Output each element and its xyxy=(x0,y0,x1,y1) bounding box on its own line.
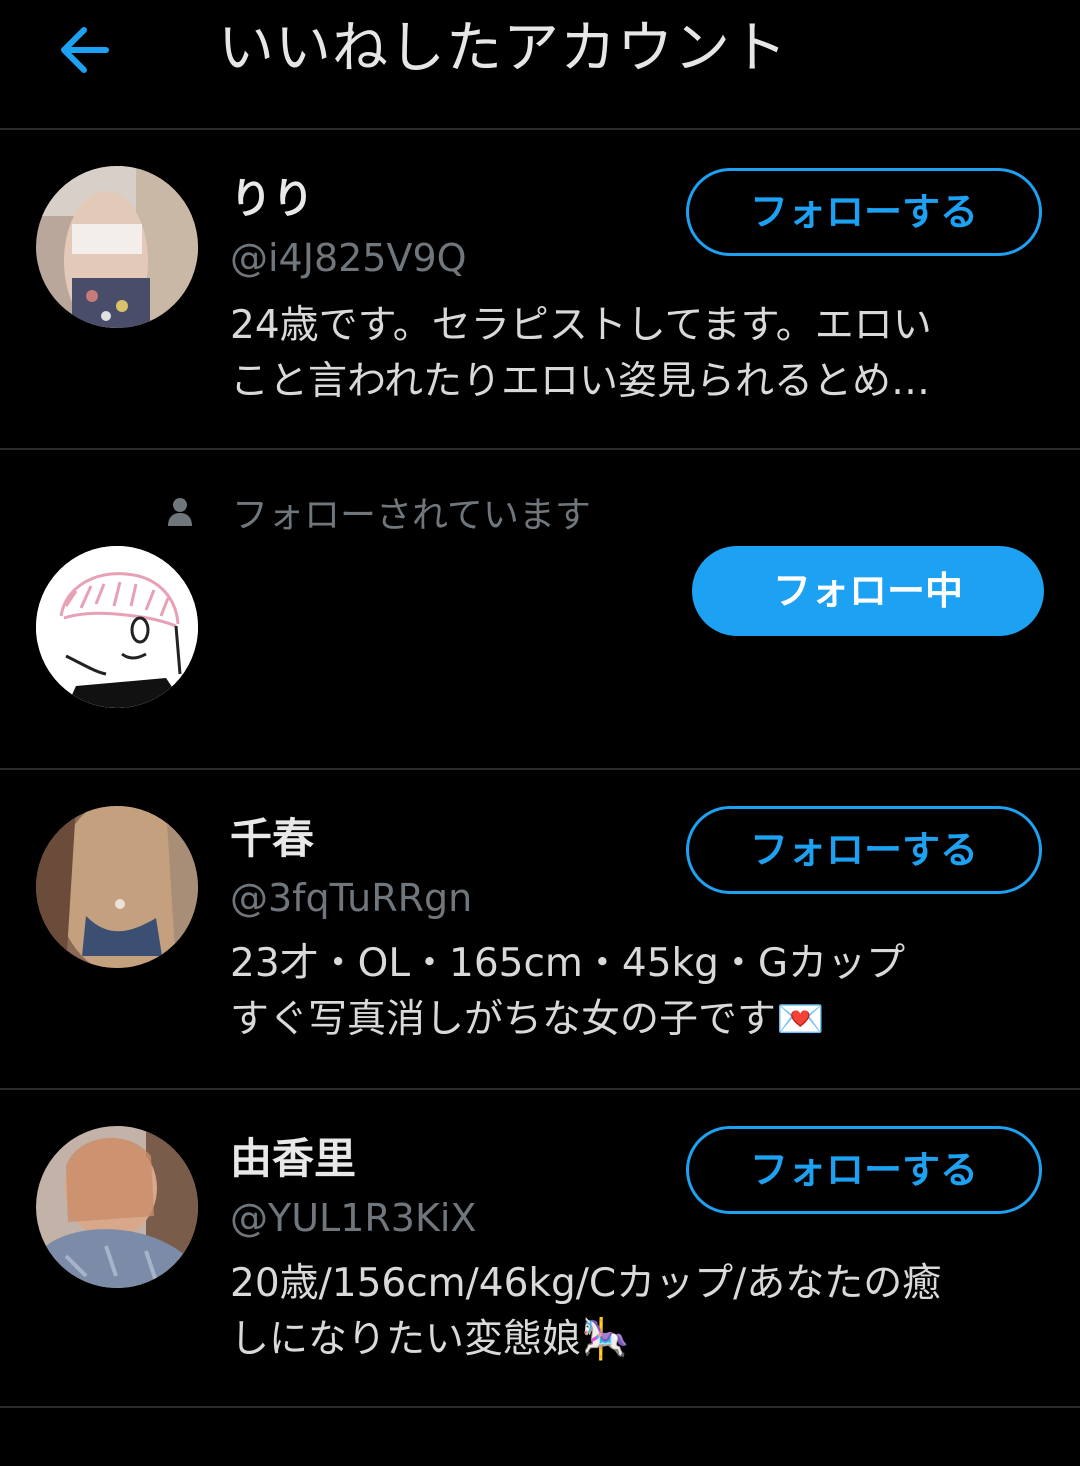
display-name: りり xyxy=(230,174,315,223)
user-handle: @i4J825V9Q xyxy=(230,236,467,280)
arrow-left-icon xyxy=(61,27,109,73)
follows-you-indicator: フォローされています xyxy=(166,488,591,536)
user-list-item[interactable]: 由香里 @YUL1R3KiX フォローする 20歳/156cm/46kg/Cカッ… xyxy=(0,1090,1080,1408)
avatar[interactable] xyxy=(36,1126,198,1288)
bio-line: すぐ写真消しがちな女の子です💌 xyxy=(230,997,825,1042)
user-handle: @YUL1R3KiX xyxy=(230,1196,477,1240)
user-list-item[interactable]: 千春 @3fqTuRRgn フォローする 23才・OL・165cm・45kg・G… xyxy=(0,770,1080,1090)
bio-line: 23才・OL・165cm・45kg・Gカップ xyxy=(230,941,906,986)
display-name: 由香里 xyxy=(230,1134,357,1183)
bio-line: 20歳/156cm/46kg/Cカップ/あなたの癒 xyxy=(230,1261,942,1306)
user-list-item[interactable]: りり @i4J825V9Q フォローする 24歳です。セラピストしてます。エロい… xyxy=(0,130,1080,450)
avatar[interactable] xyxy=(36,166,198,328)
follow-button[interactable]: フォローする xyxy=(686,1126,1042,1214)
follows-you-label: フォローされています xyxy=(232,495,591,536)
display-name: 千春 xyxy=(230,814,315,863)
top-app-bar: いいねしたアカウント xyxy=(0,0,1080,130)
avatar[interactable] xyxy=(36,546,198,708)
page-title: いいねしたアカウント xyxy=(218,16,788,81)
back-button[interactable] xyxy=(56,22,116,78)
user-bio: 24歳です。セラピストしてます。エロい こと言われたりエロい姿見られるとめ… xyxy=(230,298,1045,410)
person-icon xyxy=(168,498,192,526)
follow-button[interactable]: フォローする xyxy=(686,806,1042,894)
bio-line: こと言われたりエロい姿見られるとめ… xyxy=(230,359,931,404)
bio-line: しになりたい変態娘🎠 xyxy=(230,1317,630,1362)
user-handle: @3fqTuRRgn xyxy=(230,876,473,920)
avatar[interactable] xyxy=(36,806,198,968)
follow-button[interactable]: フォローする xyxy=(686,168,1042,256)
following-button[interactable]: フォロー中 xyxy=(692,546,1044,636)
user-bio: 20歳/156cm/46kg/Cカップ/あなたの癒 しになりたい変態娘🎠 xyxy=(230,1256,1045,1368)
user-list-item[interactable]: フォローされています フォロー中 xyxy=(0,450,1080,770)
user-bio: 23才・OL・165cm・45kg・Gカップ すぐ写真消しがちな女の子です💌 xyxy=(230,936,1045,1048)
bio-line: 24歳です。セラピストしてます。エロい xyxy=(230,303,932,348)
